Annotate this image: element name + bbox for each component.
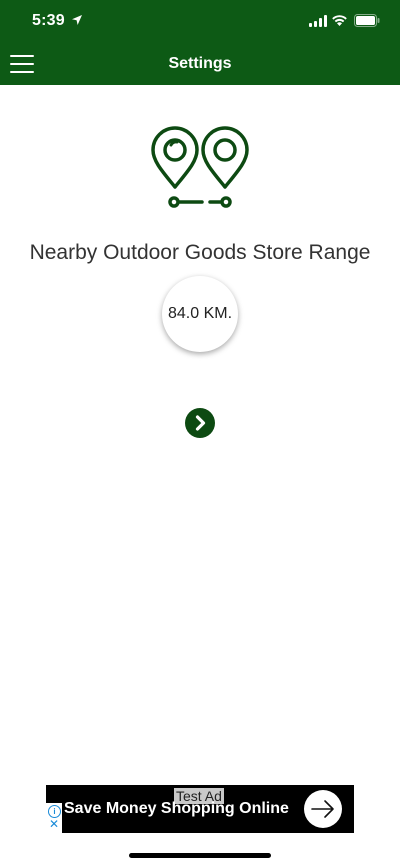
range-value-button[interactable]: 84.0 KM. [162, 276, 238, 352]
home-indicator[interactable] [129, 853, 271, 858]
ad-banner[interactable]: Test Ad i ✕ Save Money Shopping Online [46, 785, 354, 833]
location-arrow-icon [72, 15, 82, 25]
battery-icon [354, 14, 380, 27]
nav-bar: Settings [0, 44, 400, 85]
next-button[interactable] [185, 408, 215, 438]
ad-cta-button[interactable] [304, 790, 342, 828]
ad-choices[interactable]: i ✕ [46, 803, 62, 833]
wifi-icon [332, 15, 347, 26]
chevron-right-icon [195, 415, 206, 431]
close-icon[interactable]: ✕ [49, 818, 59, 830]
page-title: Settings [168, 55, 232, 72]
two-location-pins-route-icon [151, 126, 249, 208]
range-value: 84.0 KM. [167, 305, 233, 322]
arrow-right-icon [311, 800, 334, 818]
status-bar: 5:39 [0, 0, 400, 44]
signal-icon [309, 15, 327, 27]
range-label: Nearby Outdoor Goods Store Range [29, 241, 371, 264]
status-time: 5:39 [32, 12, 65, 29]
app-header: 5:39 Settings [0, 0, 400, 85]
ad-headline: Save Money Shopping Online [64, 800, 289, 817]
